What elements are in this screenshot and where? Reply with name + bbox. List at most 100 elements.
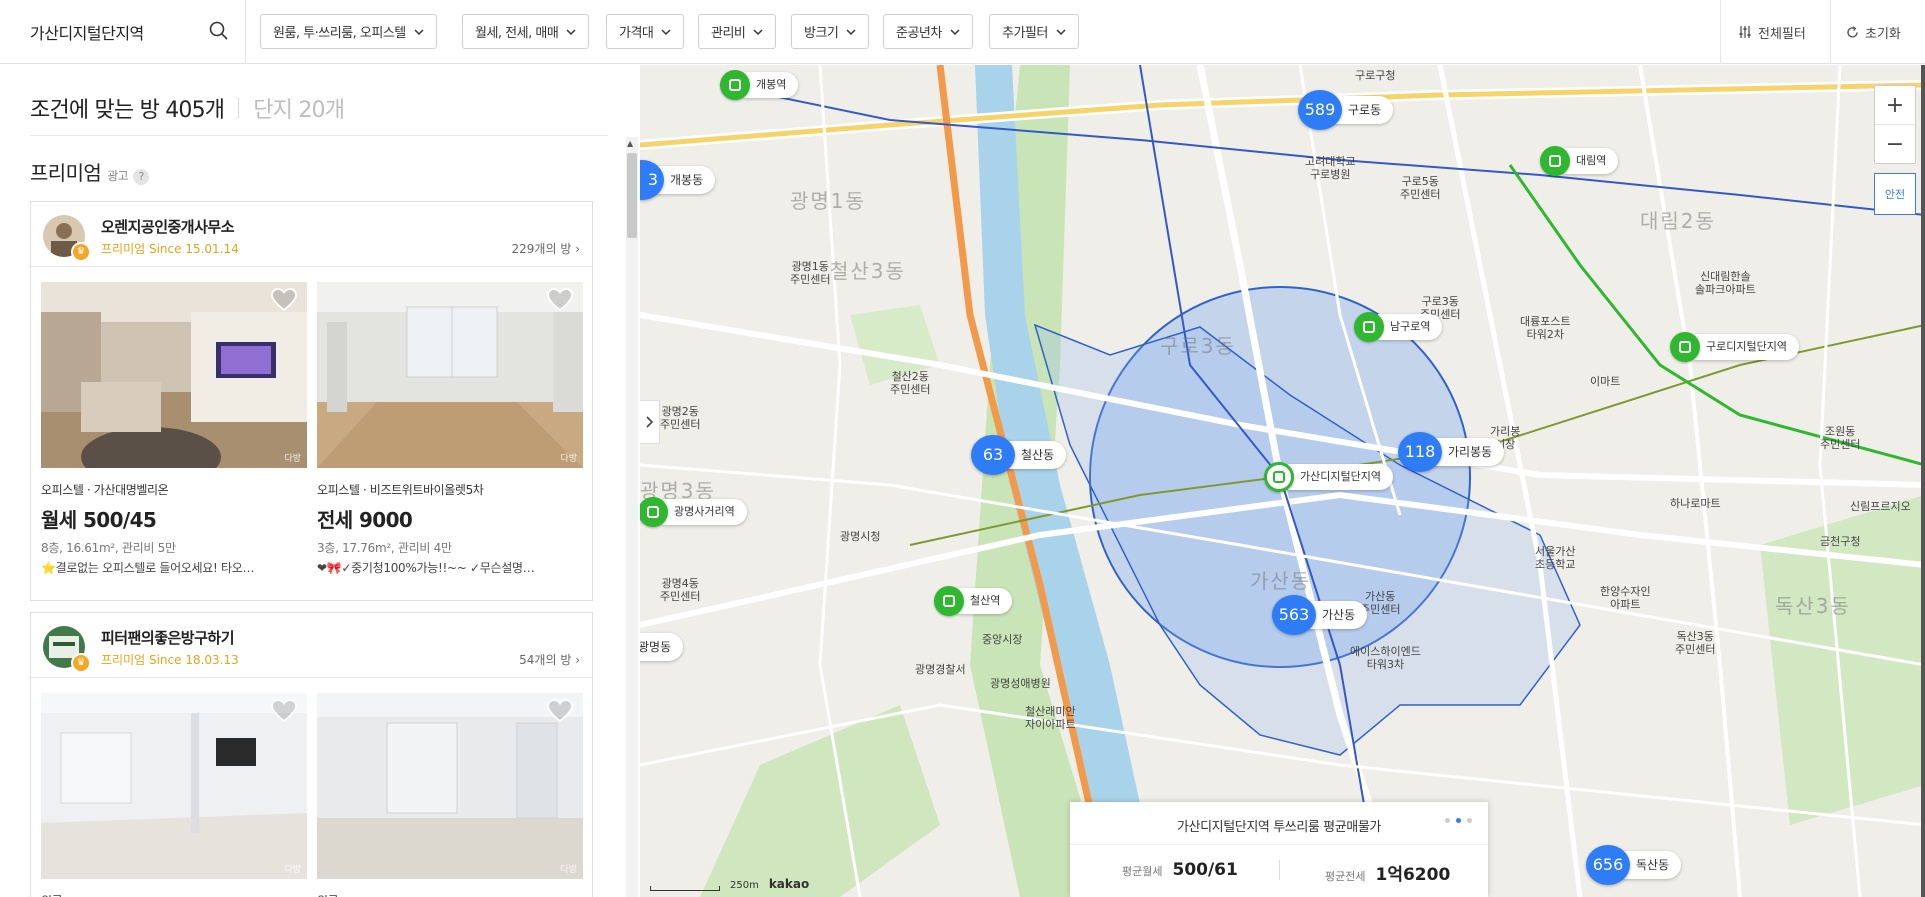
station-marker[interactable]: 대림역 xyxy=(1540,145,1619,177)
cluster-marker[interactable]: 118 가리봉동 xyxy=(1398,432,1505,472)
filter-price[interactable]: 가격대 xyxy=(606,14,685,49)
heart-icon[interactable] xyxy=(547,288,573,312)
listing-photo[interactable]: 다방 xyxy=(41,693,307,879)
all-filters-button[interactable]: 전체필터 xyxy=(1738,0,1806,64)
cluster-marker[interactable]: 563 가산동 xyxy=(1272,595,1368,635)
reset-button[interactable]: 초기화 xyxy=(1846,0,1901,64)
agent-header[interactable]: ♛ 오렌지공인중개사무소 프리미엄 Since 15.01.14 229개의 방… xyxy=(31,202,592,267)
map-scale: 250m kakao xyxy=(650,877,809,891)
place-label: 중앙시장 xyxy=(982,633,1023,646)
average-monthly-value: 500/61 xyxy=(1172,860,1238,880)
agent-room-count-link[interactable]: 229개의 방 › xyxy=(512,240,580,257)
listing-item[interactable]: 다방 오피스텔 · 비즈트위트바이올렛5차 전세 9000 3층, 17.76m… xyxy=(317,282,583,576)
listing-item[interactable]: 다방 원룸 xyxy=(317,693,583,897)
room-count-label: 54개의 방 xyxy=(519,653,572,667)
divider xyxy=(1279,860,1280,880)
average-price-card[interactable]: 가산디지털단지역 투쓰리룸 평균매물가 평균월세 500/61 평균전세 1억6… xyxy=(1070,802,1488,897)
carousel-dot[interactable] xyxy=(1445,818,1450,823)
listing-spec: 3층, 17.76m², 관리비 4만 xyxy=(317,541,452,555)
chevron-down-icon xyxy=(1056,28,1066,35)
search-box[interactable]: 가산디지털단지역 xyxy=(0,0,246,64)
filter-label: 가격대 xyxy=(619,26,654,41)
listing-type: 오피스텔 · 비즈트위트바이올렛5차 xyxy=(317,483,484,497)
station-marker[interactable]: 남구로역 xyxy=(1354,311,1443,343)
filter-build-year[interactable]: 준공년차 xyxy=(883,14,973,49)
scrollbar-track[interactable] xyxy=(626,137,638,897)
carousel-dot[interactable] xyxy=(1467,818,1472,823)
cluster-marker[interactable]: 광명동 xyxy=(640,627,684,667)
district-label: 가산동 xyxy=(1250,569,1312,593)
agent-header[interactable]: ♛ 피터팬의좋은방구하기 프리미엄 Since 18.03.13 54개의 방 … xyxy=(31,613,592,678)
place-label: 광명경찰서 xyxy=(915,663,966,676)
place-label: 철산래미안 자이아파트 xyxy=(1025,705,1076,732)
scroll-up-arrow-icon[interactable]: ▲ xyxy=(627,139,633,148)
station-marker[interactable]: 구로디지털단지역 xyxy=(1670,331,1799,363)
listing-photo[interactable]: 다방 xyxy=(317,693,583,879)
result-summary: 조건에 맞는 방 405개 단지 20개 xyxy=(30,92,345,124)
filter-additional[interactable]: 추가필터 xyxy=(989,14,1079,49)
subway-icon xyxy=(1354,312,1384,342)
district-label: 구로3동 xyxy=(1160,334,1236,358)
station-marker[interactable]: 개봉역 xyxy=(720,69,799,101)
filter-label: 원룸, 투·쓰리룸, 오피스텔 xyxy=(273,26,406,41)
listing-description: ❤🎀✓중기청100%가능!!~~ ✓무슨설명… xyxy=(317,561,535,575)
station-marker[interactable]: 광명사거리역 xyxy=(640,496,747,528)
heart-icon[interactable] xyxy=(271,288,297,312)
station-marker[interactable]: 철산역 xyxy=(934,585,1013,617)
watermark: 다방 xyxy=(560,454,577,464)
listing-photo[interactable]: 다방 xyxy=(41,282,307,468)
station-marker-selected[interactable]: 가산디지털단지역 xyxy=(1264,461,1393,493)
chevron-down-icon xyxy=(414,28,424,35)
average-monthly: 평균월세 500/61 xyxy=(1122,860,1238,880)
zoom-out-button[interactable]: − xyxy=(1875,125,1915,163)
scale-bar xyxy=(650,886,720,891)
chevron-down-icon xyxy=(753,28,763,35)
cluster-count: 656 xyxy=(1586,845,1630,885)
watermark: 다방 xyxy=(560,865,577,875)
place-label: 구로구청 xyxy=(1355,69,1396,82)
carousel-dot-active[interactable] xyxy=(1456,818,1461,823)
place-label: 광명1동 주민센터 xyxy=(790,260,831,287)
average-jeonse-label: 평균전세 xyxy=(1325,870,1366,883)
map[interactable]: 구로3동 대림2동 광명3동 독산3동 가산동 철산3동 광명1동 구로구청 고… xyxy=(640,65,1925,897)
zoom-in-button[interactable]: + xyxy=(1875,86,1915,124)
filter-room-type[interactable]: 원룸, 투·쓰리룸, 오피스텔 xyxy=(260,14,437,49)
station-name: 개봉역 xyxy=(744,72,799,98)
cluster-marker[interactable]: 656 독산동 xyxy=(1586,845,1682,885)
district-label: 대림2동 xyxy=(1640,209,1716,233)
agent-name: 오렌지공인중개사무소 xyxy=(101,218,235,236)
carousel-dots[interactable] xyxy=(1445,818,1472,823)
place-label: 광명4동 주민센터 xyxy=(660,577,701,604)
heart-icon[interactable] xyxy=(547,699,573,723)
average-price-title: 가산디지털단지역 투쓰리룸 평균매물가 xyxy=(1177,820,1381,835)
safety-layer-button[interactable]: 안전 xyxy=(1874,173,1916,215)
search-icon[interactable] xyxy=(208,20,230,42)
cluster-marker[interactable]: 3 개봉동 xyxy=(640,160,716,200)
chevron-down-icon xyxy=(566,28,576,35)
scrollbar-thumb[interactable] xyxy=(627,153,637,238)
listing-photo[interactable]: 다방 xyxy=(317,282,583,468)
place-label: 조원동 주민센터 xyxy=(1820,425,1861,452)
help-icon[interactable]: ? xyxy=(133,169,150,185)
complex-count-tab[interactable]: 단지 20개 xyxy=(253,92,345,124)
search-input[interactable]: 가산디지털단지역 xyxy=(30,20,144,44)
collapse-panel-button[interactable] xyxy=(640,400,660,444)
cluster-marker[interactable]: 63 철산동 xyxy=(971,435,1067,475)
filter-deal-type[interactable]: 월세, 전세, 매매 xyxy=(462,14,590,49)
all-filters-label: 전체필터 xyxy=(1758,26,1806,42)
cluster-name: 가리봉동 xyxy=(1434,438,1505,466)
filter-room-size[interactable]: 방크기 xyxy=(791,14,870,49)
listing-price: 월세 500/45 xyxy=(41,508,157,532)
premium-title: 프리미엄 xyxy=(30,161,102,185)
place-label: 에이스하이엔드 타워3차 xyxy=(1350,645,1421,672)
listing-item[interactable]: 다방 오피스텔 · 가산대명벨리온 월세 500/45 8층, 16.61m²,… xyxy=(41,282,307,576)
listing-item[interactable]: 다방 원룸 xyxy=(41,693,307,897)
cluster-name: 가산동 xyxy=(1308,601,1368,629)
place-label: 신림프르지오 xyxy=(1850,500,1911,513)
premium-since: 프리미엄 Since 18.03.13 xyxy=(101,653,239,667)
agent-room-count-link[interactable]: 54개의 방 › xyxy=(519,651,580,668)
filter-maintenance[interactable]: 관리비 xyxy=(698,14,777,49)
cluster-marker[interactable]: 589 구로동 xyxy=(1298,90,1394,130)
listing-spec: 8층, 16.61m², 관리비 5만 xyxy=(41,541,176,555)
heart-icon[interactable] xyxy=(271,699,297,723)
